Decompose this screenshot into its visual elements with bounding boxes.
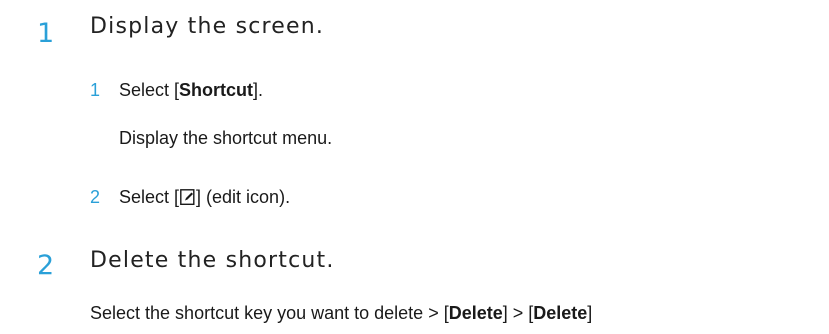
step-1-title: Display the screen.	[90, 14, 325, 39]
step-2-body: Select the shortcut key you want to dele…	[90, 304, 592, 322]
step-2-body-suffix: ]	[587, 303, 593, 323]
step-2-title: Delete the shortcut.	[90, 248, 335, 273]
delete-label-2: Delete	[533, 303, 588, 323]
step-2-body-mid: ] > [	[502, 303, 534, 323]
step-1-number: 1	[37, 18, 55, 49]
substep-1-detail: Display the shortcut menu.	[119, 128, 333, 148]
step-2-number: 2	[37, 250, 55, 281]
edit-icon	[180, 188, 195, 206]
substep-1-prefix: Select [	[119, 80, 180, 100]
substep-2-number: 2	[90, 187, 101, 207]
delete-label-1: Delete	[448, 303, 503, 323]
step-2-body-prefix: Select the shortcut key you want to dele…	[90, 303, 449, 323]
substep-1-number: 1	[90, 80, 101, 100]
substep-1-suffix: ].	[253, 80, 264, 100]
shortcut-label: Shortcut	[179, 80, 254, 100]
substep-2-suffix: ] (edit icon).	[196, 187, 291, 207]
substep-2-instruction: Select [ ] (edit icon).	[119, 188, 290, 206]
substep-2-prefix: Select [	[119, 187, 180, 207]
substep-1-instruction: Select [Shortcut].	[119, 81, 263, 99]
